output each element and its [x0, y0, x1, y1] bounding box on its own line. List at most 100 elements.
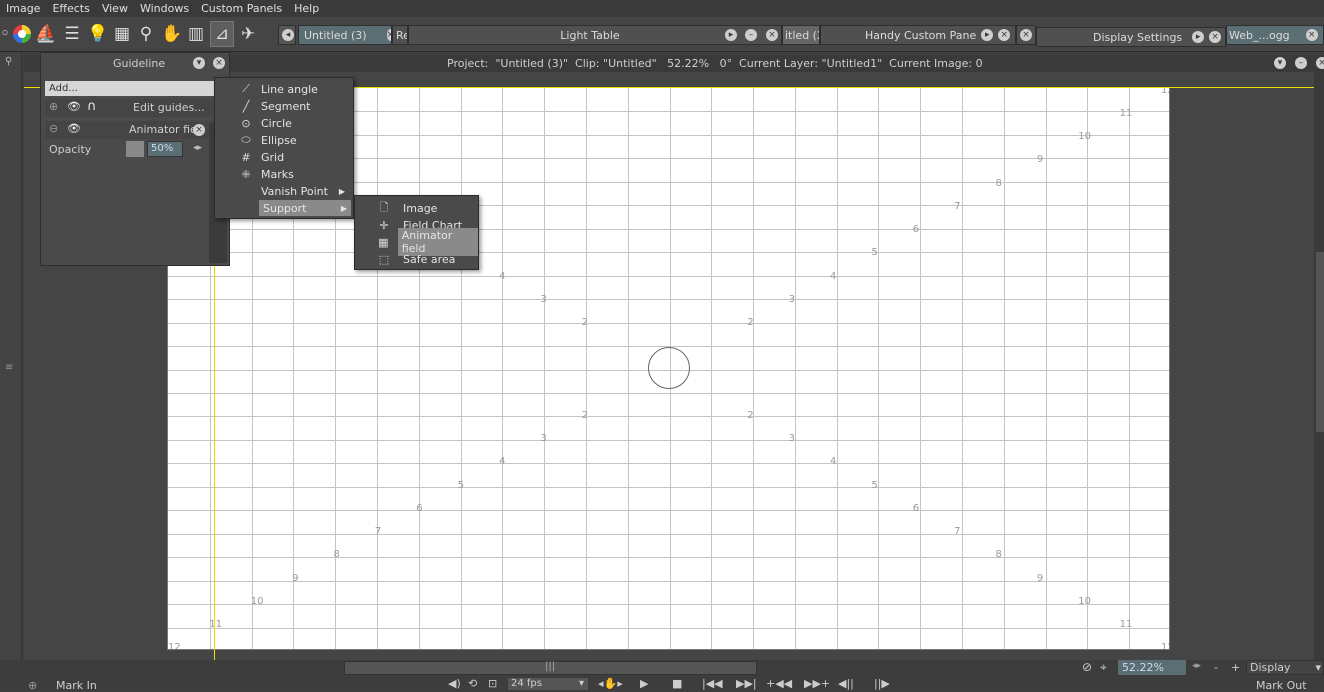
close-icon[interactable]: × [766, 29, 778, 41]
play-icon[interactable]: ▸ [725, 29, 737, 41]
mark-in-icon[interactable]: ⊕ [28, 679, 37, 692]
opacity-input[interactable]: 50% [147, 141, 183, 157]
menu-item-circle[interactable]: ⊙ Circle [237, 115, 292, 131]
frame-icon[interactable]: ⊡ [488, 677, 497, 690]
guideline-icon[interactable]: ⊿ [210, 21, 234, 47]
remove-icon[interactable]: ⊖ [49, 122, 58, 135]
field-number: 6 [912, 224, 920, 236]
support-submenu: 🗋 Image ✛ Field Chart ▦ Animator field ⬚ Saf… [354, 195, 479, 270]
rotate-icon[interactable]: ⊘ [1082, 660, 1092, 674]
tab-display-settings[interactable]: Display Settings ▸ × [1036, 27, 1226, 47]
tab-close-icon[interactable]: × [1016, 25, 1036, 45]
loop-icon[interactable]: ⟲ [468, 677, 477, 690]
eye-icon[interactable]: 👁 [67, 100, 81, 113]
tab-re[interactable]: Re [392, 25, 408, 45]
grid-line-h [168, 275, 1169, 277]
tab-untitled-3[interactable]: Untitled (3) × [298, 25, 392, 45]
prev-key-icon[interactable]: +◀◀ [766, 677, 792, 690]
play-icon[interactable]: ▸ [981, 29, 994, 41]
menu-item-animator-field[interactable]: ▦ Animator field [375, 228, 478, 256]
palette-icon[interactable]: ⛵ [34, 21, 58, 47]
add-icon[interactable]: ⊕ [49, 100, 58, 113]
menu-item-line-angle[interactable]: ⟋ Line angle [237, 81, 318, 97]
next-frame-icon[interactable]: ||▶ [874, 677, 890, 690]
sound-icon[interactable]: ◀) [448, 677, 461, 690]
tool-edge-icon[interactable]: ◦ [0, 21, 10, 47]
tab-nav-icon[interactable]: ◂ [278, 25, 296, 45]
close-icon[interactable]: × [213, 57, 225, 69]
collapse-icon[interactable]: ▾ [193, 57, 205, 69]
magnet-icon[interactable]: ∩ [87, 99, 97, 114]
next-key-icon[interactable]: ▶▶+ [804, 677, 830, 690]
step-icon[interactable]: ◂✋▸ [598, 677, 623, 690]
minimize-icon[interactable]: – [745, 29, 757, 41]
menu-item-segment[interactable]: ╱ Segment [237, 98, 311, 114]
menu-item-safe-area[interactable]: ⬚ Safe area [375, 251, 456, 267]
vertical-scrollbar[interactable] [1314, 72, 1324, 660]
add-guide-dropdown[interactable]: Add... [45, 81, 221, 96]
layers-icon[interactable]: ☰ [60, 21, 84, 47]
close-icon[interactable]: × [1316, 57, 1324, 69]
fps-dropdown[interactable]: 24 fps ▾ [508, 678, 588, 690]
zoom-stepper-icon[interactable]: ◂▸ [1192, 661, 1201, 671]
send-icon[interactable]: ✈ [236, 21, 260, 47]
field-number: 2 [581, 409, 589, 421]
tab-label: Handy Custom Pane [865, 28, 977, 42]
mark-in-label[interactable]: Mark In [56, 679, 97, 692]
play-icon[interactable]: ▶ [640, 677, 648, 690]
grip-icon[interactable]: ≡ [5, 362, 13, 373]
play-icon[interactable]: ▸ [1192, 31, 1205, 43]
collapse-icon[interactable]: ▾ [1274, 57, 1286, 69]
field-number: 3 [540, 293, 547, 305]
target-icon[interactable]: ⌖ [1100, 660, 1107, 675]
menu-item-grid[interactable]: # Grid [237, 149, 284, 165]
circle-icon: ⊙ [241, 116, 251, 130]
menu-item-vanish-point[interactable]: Vanish Point ▶ [237, 183, 349, 199]
close-icon[interactable]: × [1209, 31, 1222, 43]
color-swatch[interactable] [126, 141, 144, 157]
minimize-icon[interactable]: – [1295, 57, 1307, 69]
tab-web-ogg[interactable]: Web_...ogg × [1226, 25, 1324, 45]
edit-guides-button[interactable]: Edit guides... [133, 101, 205, 114]
eye-icon[interactable]: 👁 [67, 122, 81, 135]
first-frame-icon[interactable]: |◀◀ [702, 677, 723, 690]
close-icon[interactable]: × [193, 124, 205, 136]
segment-icon: ╱ [242, 99, 250, 113]
library-icon[interactable]: ▥ [184, 21, 208, 47]
search-icon[interactable]: ⚲ [134, 21, 158, 47]
close-icon[interactable]: × [998, 29, 1011, 41]
stop-icon[interactable]: ■ [672, 677, 682, 690]
film-icon[interactable]: ▦ [110, 21, 134, 47]
field-number: 3 [540, 433, 547, 445]
tab-light-table[interactable]: Light Table ▸ – × [408, 25, 782, 45]
color-wheel-icon[interactable] [10, 21, 34, 47]
lightbulb-icon[interactable]: 💡 [86, 21, 110, 47]
tab-handy-custom-pane[interactable]: Handy Custom Pane ▸ × [820, 25, 1016, 45]
menu-help[interactable]: Help [288, 2, 325, 15]
field-number: 4 [499, 270, 506, 282]
display-dropdown[interactable]: Display ▾ [1246, 660, 1324, 675]
field-number: 5 [871, 247, 878, 259]
menu-item-ellipse[interactable]: ⬭ Ellipse [237, 132, 296, 148]
menu-item-marks[interactable]: ⁜ Marks [237, 166, 293, 182]
horizontal-scrollbar[interactable]: ||| [344, 661, 757, 675]
pin-icon[interactable]: ⚲ [5, 56, 12, 67]
menu-windows[interactable]: Windows [134, 2, 195, 15]
close-icon[interactable]: × [1305, 29, 1318, 41]
panel-title: Guideline [113, 57, 166, 70]
last-frame-icon[interactable]: ▶▶| [736, 677, 757, 690]
menu-image[interactable]: Image [0, 2, 46, 15]
tab-untitled-2[interactable]: itled (2) [782, 25, 820, 45]
menu-effects[interactable]: Effects [46, 2, 95, 15]
zoom-in-button[interactable]: + [1231, 661, 1240, 674]
zoom-out-button[interactable]: - [1214, 661, 1218, 674]
prev-frame-icon[interactable]: ◀|| [838, 677, 854, 690]
mark-out-label[interactable]: Mark Out [1256, 679, 1307, 692]
menu-item-support[interactable]: Support ▶ [259, 200, 351, 216]
stepper-icon[interactable]: ◂▸ [193, 143, 202, 153]
menu-view[interactable]: View [96, 2, 134, 15]
hand-icon[interactable]: ✋ [160, 21, 184, 47]
menu-item-image[interactable]: 🗋 Image [375, 200, 438, 216]
zoom-input[interactable]: 52.22% [1118, 660, 1186, 675]
menu-custom-panels[interactable]: Custom Panels [195, 2, 288, 15]
